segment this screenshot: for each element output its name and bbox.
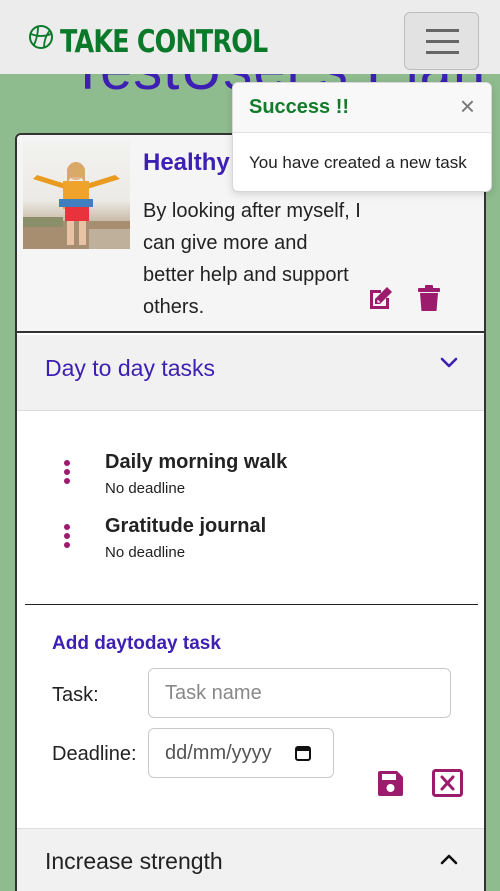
accordion-header-day-to-day[interactable]: Day to day tasks [17, 335, 484, 411]
date-placeholder: dd/mm/yyyy [165, 742, 272, 764]
toast-message: You have created a new task [249, 153, 467, 172]
plan-image [23, 141, 130, 249]
task-title: Gratitude journal [105, 515, 267, 537]
close-square-icon[interactable] [432, 769, 463, 797]
list-item: Daily morning walk No deadline [17, 451, 484, 501]
plan-description: By looking after myself, I can give more… [143, 200, 361, 318]
hamburger-menu-icon [426, 51, 459, 54]
hamburger-menu-icon [426, 40, 459, 43]
trash-icon[interactable] [417, 285, 441, 312]
accordion-label: Day to day tasks [45, 355, 216, 381]
accordion-header-increase-strength[interactable]: Increase strength [17, 828, 484, 891]
edit-icon[interactable] [367, 285, 394, 312]
navbar-toggler-button[interactable] [404, 12, 479, 70]
calendar-icon[interactable] [295, 745, 311, 761]
floppy-disk-icon[interactable] [377, 770, 404, 797]
toast-title: Success !! [249, 96, 350, 118]
basketball-icon [29, 25, 53, 49]
success-toast: Success !! × You have created a new task [232, 82, 492, 192]
plan-title: Healthy [143, 149, 230, 176]
vertical-dots-icon[interactable] [63, 459, 71, 485]
chevron-up-icon [440, 854, 458, 865]
add-task-form-title: Add daytoday task [52, 633, 221, 654]
toast-header: Success !! × [233, 83, 491, 133]
task-title: Daily morning walk [105, 451, 288, 473]
vertical-dots-icon[interactable] [63, 523, 71, 549]
list-item: Gratitude journal No deadline [17, 515, 484, 565]
close-icon[interactable]: × [460, 93, 475, 119]
navbar: TAKE CONTROL [0, 0, 500, 74]
brand-link[interactable]: TAKE CONTROL [28, 14, 313, 60]
hamburger-menu-icon [426, 29, 459, 32]
deadline-label: Deadline: [52, 743, 137, 765]
plan-card: Healthy By looking after myself, I can g… [15, 133, 486, 891]
accordion-label: Increase strength [45, 848, 223, 874]
woman-hiking-photo [23, 162, 130, 249]
task-name-input[interactable]: Task name [148, 668, 451, 718]
task-deadline: No deadline [105, 544, 186, 561]
deadline-date-input[interactable]: dd/mm/yyyy [148, 728, 334, 778]
task-label: Task: [52, 684, 99, 706]
chevron-down-icon [440, 357, 458, 368]
task-deadline: No deadline [105, 480, 186, 497]
divider [25, 604, 478, 605]
brand-text: TAKE CONTROL [60, 24, 268, 60]
